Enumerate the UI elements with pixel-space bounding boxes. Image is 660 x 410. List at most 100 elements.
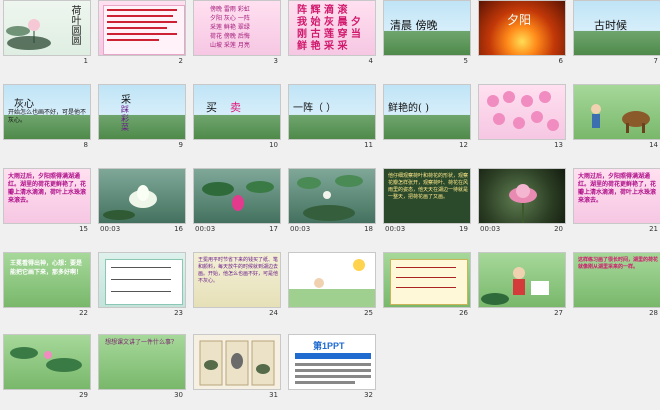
pink-lotus-photo-icon [202,181,274,211]
slide-thumbnail-29[interactable]: 29 [3,334,91,400]
slide-thumbnail-19[interactable]: 他仔细观察荷叶和荷花的形状，观察花瓣怎样张开，观察荷叶、荷花在风雨里的姿态，他天… [383,168,471,234]
slide-30-preview: 想想课文讲了一件什么事？ [98,334,186,390]
slide-7-text: 古时候 [594,19,627,32]
white-lotus-photo-icon [103,185,157,220]
slide-thumbnail-31[interactable]: 31 [193,334,281,400]
slide-18-timing: 00:03 [290,225,311,233]
slide-29-preview [3,334,91,390]
slide-28-preview: 这样练习画了很长时间，湖里的荷花就像刚从湖里采来的一样。 [573,252,660,308]
slide-thumbnail-21[interactable]: 大雨过后，夕阳照得满湖通红。湖里的荷花更鲜艳了，花瓣上清水滴滴，荷叶上水珠滚来滚… [573,168,660,234]
slide-20-number: 20 [554,225,563,233]
slide-thumbnail-8[interactable]: 灰心 开始怎么也画不好，可是他不灰心。 8 [3,84,91,150]
slide-5-preview: 清晨 傍晚 [383,0,471,56]
slide-11-text: 一阵（ ） [293,103,337,114]
slide-24-number: 24 [269,309,278,317]
slide-thumbnail-27[interactable]: 27 [478,252,566,318]
slide-thumbnail-13[interactable]: 13 [478,84,566,150]
lotus-field-icon [10,347,82,372]
slide-thumbnail-12[interactable]: 鲜艳的( ) 12 [383,84,471,150]
slide-14-number: 14 [649,141,658,149]
slide-21-number: 21 [649,225,658,233]
slide-12-number: 12 [459,141,468,149]
slide-4-number: 4 [368,57,373,65]
slide-thumbnail-14[interactable]: 14 [573,84,660,150]
slide-20-preview [478,168,566,224]
slide-thumbnail-3[interactable]: 傍晚 雷雨 彩虹 夕阳 灰心 一阵 采莲 鲜艳 翠绿 荷花 傍晚 后悔 山坡 采莲 月亮… [193,0,281,66]
slide-1-number: 1 [83,57,88,65]
slide-15-text: 大雨过后，夕阳照得满湖通红。湖里的荷花更鲜艳了，花瓣上清水滴滴，荷叶上水珠滚来滚… [8,173,87,204]
exercise-panel [105,259,183,305]
slide-4-characters: 阵 辉 滴 滚我 始 灰 晨 夕刚 古 莲 穿 当鲜 艳 采 采 [297,5,361,52]
lotus-pond-photo-icon [297,175,363,221]
slide-15-number: 15 [79,225,88,233]
cartoon-scene-icon [289,259,375,307]
slide-16-timing: 00:03 [100,225,121,233]
slide-4-preview: 阵 辉 滴 滚我 始 灰 晨 夕刚 古 莲 穿 当鲜 艳 采 采 [288,0,376,56]
slide-16-number: 16 [174,225,183,233]
slide-26-number: 26 [459,309,468,317]
lotus-bloom-photo-icon [509,184,537,223]
slide-22-number: 22 [79,309,88,317]
slide-thumbnail-4[interactable]: 阵 辉 滴 滚我 始 灰 晨 夕刚 古 莲 穿 当鲜 艳 采 采 4 [288,0,376,66]
slide-thumbnail-18[interactable]: 00:03 18 [288,168,376,234]
slide-7-number: 7 [653,57,658,65]
boy-with-cow-icon [591,104,650,133]
slide-17-preview [193,168,281,224]
slide-thumbnail-1[interactable]: 荷叶圆圆 1 [3,0,91,66]
slide-thumbnail-20[interactable]: 00:03 20 [478,168,566,234]
slide-thumbnail-11[interactable]: 一阵（ ） 11 [288,84,376,150]
slide-12-text: 鲜艳的( ) [388,103,429,114]
slide-thumbnail-5[interactable]: 清晨 傍晚 5 [383,0,471,66]
slide-20-timing: 00:03 [480,225,501,233]
slide-thumbnail-7[interactable]: 古时候 7 [573,0,660,66]
slide-9-text: 采 [121,95,131,106]
brand-logo: 第1PPT [313,341,345,351]
slide-thumbnail-10[interactable]: 买 卖 10 [193,84,281,150]
slide-15-preview: 大雨过后，夕阳照得满湖通红。湖里的荷花更鲜艳了，花瓣上清水滴滴，荷叶上水珠滚来滚… [3,168,91,224]
slide-11-number: 11 [364,141,373,149]
slide-1-title: 荷叶圆圆 [69,5,80,45]
slide-thumbnail-23[interactable]: 23 [98,252,186,318]
slide-6-preview: 夕阳 [478,0,566,56]
slide-thumbnail-28[interactable]: 这样练习画了很长时间，湖里的荷花就像刚从湖里采来的一样。 28 [573,252,660,318]
slide-28-number: 28 [649,309,658,317]
slide-13-preview [478,84,566,140]
slide-thumbnail-30[interactable]: 想想课文讲了一件什么事？ 30 [98,334,186,400]
slide-thumbnail-26[interactable]: 26 [383,252,471,318]
slide-6-number: 6 [558,57,563,65]
slide-thumbnail-9[interactable]: 采 踩 彩 菜 9 [98,84,186,150]
slide-23-preview [98,252,186,308]
slide-thumbnail-22[interactable]: 王冕看得出神，心想：要是能把它画下来，那多好啊！ 22 [3,252,91,318]
slide-9-number: 9 [178,141,183,149]
slide-thumbnail-15[interactable]: 大雨过后，夕阳照得满湖通红。湖里的荷花更鲜艳了，花瓣上清水滴滴，荷叶上水珠滚来滚… [3,168,91,234]
slide-27-number: 27 [554,309,563,317]
slide-2-number: 2 [178,57,183,65]
pinyin-panel [390,259,468,305]
slide-thumbnail-6[interactable]: 夕阳 6 [478,0,566,66]
slide-6-text: 夕阳 [507,13,532,27]
slide-22-preview: 王冕看得出神，心想：要是能把它画下来，那多好啊！ [3,252,91,308]
slide-thumbnail-24[interactable]: 王冕用平时节省下来的钱买了纸、笔和颜料，每天放牛的时候就到湖边去画。开始，他怎么… [193,252,281,318]
slide-19-text: 他仔细观察荷叶和荷花的形状，观察花瓣怎样张开，观察荷叶、荷花在风雨里的姿态，他天… [388,173,469,200]
slide-8-text: 灰心 [14,99,34,110]
slide-thumbnail-25[interactable]: 25 [288,252,376,318]
slide-14-preview [573,84,660,140]
slide-19-preview: 他仔细观察荷叶和荷花的形状，观察花瓣怎样张开，观察荷叶、荷花在风雨里的姿态，他天… [383,168,471,224]
slide-30-text: 想想课文讲了一件什么事？ [105,339,178,346]
text-panel [103,5,185,55]
slide-26-preview [383,252,471,308]
slide-11-preview: 一阵（ ） [288,84,376,140]
slide-19-timing: 00:03 [385,225,406,233]
slide-thumbnail-17[interactable]: 00:03 17 [193,168,281,234]
slide-25-number: 25 [364,309,373,317]
slide-thumbnail-2[interactable]: 2 [98,0,186,66]
ink-paintings-icon [199,340,275,386]
slide-29-number: 29 [79,391,88,399]
slide-16-preview [98,168,186,224]
slide-27-preview [478,252,566,308]
slide-thumbnail-32[interactable]: 第1PPT 32 [288,334,376,400]
slide-thumbnail-16[interactable]: 00:03 16 [98,168,186,234]
slide-7-preview: 古时候 [573,0,660,56]
flower-cards-icon [487,91,559,131]
slide-8-number: 8 [83,141,88,149]
